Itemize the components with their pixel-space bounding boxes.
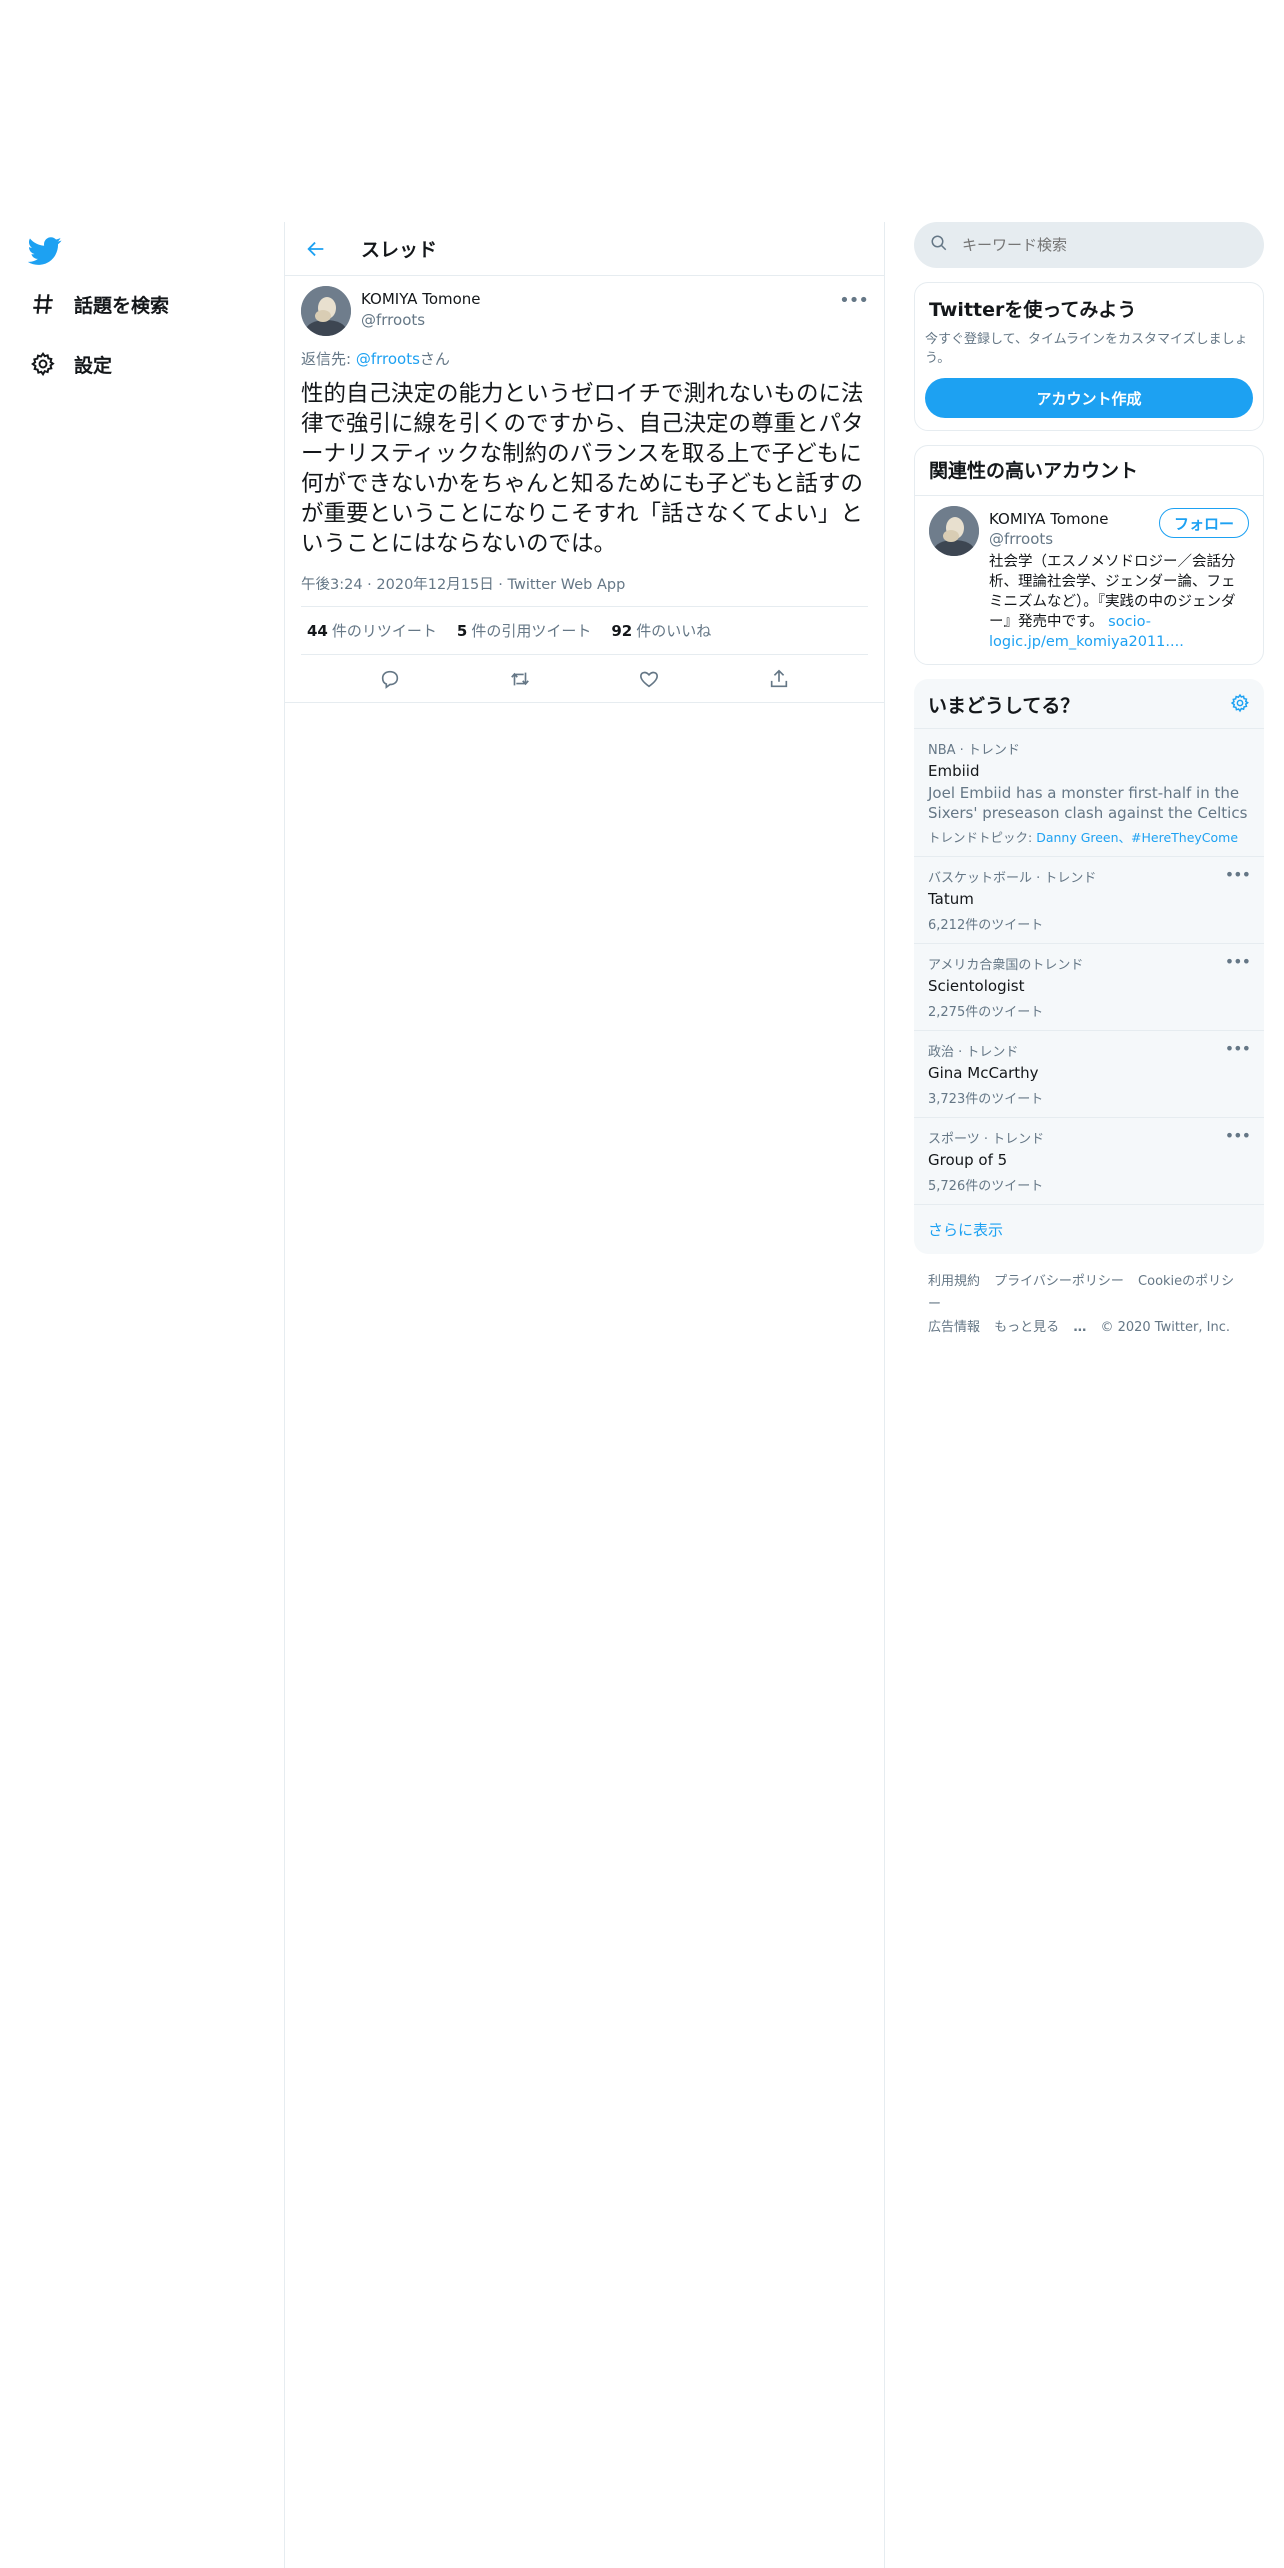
trend-name: Tatum	[928, 890, 974, 908]
page-title: スレッド	[361, 239, 438, 261]
footer-more-link[interactable]: もっと見る …	[994, 1320, 1086, 1335]
follow-button[interactable]: フォロー	[1158, 508, 1249, 538]
trend-item[interactable]: アメリカ合衆国のトレンド Scientologist 2,275件のツイート •…	[914, 944, 1264, 1031]
nav-settings-label: 設定	[74, 354, 113, 377]
related-account[interactable]: KOMIYA Tomone @frroots フォロー 社会学（エスノメソドロジ…	[915, 495, 1263, 664]
search-icon	[930, 234, 948, 256]
trend-name: Gina McCarthy	[928, 1064, 1039, 1082]
trends-title: いまどうしてる？	[928, 695, 1080, 717]
related-account-bio: 社会学（エスノメソドロジー／会話分析、理論社会学、ジェンダー論、フェミニズムなど…	[989, 552, 1249, 652]
trend-topics-label: トレンドトピック:	[928, 830, 1037, 845]
more-options-icon[interactable]: •••	[839, 290, 869, 311]
show-more-link[interactable]: さらに表示	[914, 1205, 1264, 1254]
trend-topics-links[interactable]: Danny Green、#HereTheyCome	[1036, 830, 1238, 845]
likes-stat[interactable]: 92 件のいいね	[611, 620, 711, 641]
footer: 利用規約 プライバシーポリシー Cookieのポリシー 広告情報 もっと見る ……	[914, 1254, 1264, 1355]
trend-tweet-count: 3,723件のツイート	[928, 1092, 1044, 1107]
trend-context: スポーツ · トレンド	[928, 1132, 1045, 1147]
retweets-count: 44	[307, 622, 328, 640]
trend-tweet-count: 5,726件のツイート	[928, 1179, 1044, 1194]
trends-card: いまどうしてる？ NBA · トレンド Embiid Joel Embiid h…	[914, 679, 1264, 1254]
reply-to-prefix: 返信先:	[301, 350, 356, 368]
signup-card: Twitterを使ってみよう 今すぐ登録して、タイムラインをカスタマイズしましょ…	[914, 282, 1264, 431]
tweet-actions	[285, 655, 884, 703]
trend-item[interactable]: 政治 · トレンド Gina McCarthy 3,723件のツイート •••	[914, 1031, 1264, 1118]
right-sidebar: Twitterを使ってみよう 今すぐ登録して、タイムラインをカスタマイズしましょ…	[914, 222, 1264, 1355]
trend-tweet-count: 6,212件のツイート	[928, 918, 1044, 933]
tweet-stats: 44 件のリツイート 5 件の引用ツイート 92 件のいいね	[301, 607, 868, 655]
trend-context: アメリカ合衆国のトレンド	[928, 958, 1084, 973]
quotes-count: 5	[456, 622, 468, 640]
footer-terms-link[interactable]: 利用規約	[928, 1274, 980, 1289]
share-icon[interactable]	[761, 661, 797, 697]
trend-item[interactable]: スポーツ · トレンド Group of 5 5,726件のツイート •••	[914, 1118, 1264, 1205]
tweet-text: 性的自己決定の能力というゼロイチで測れないものに法律で強引に線を引くのですから、…	[301, 381, 864, 557]
likes-count: 92	[611, 622, 633, 640]
tweet-header: KOMIYA Tomone @frroots •••	[301, 276, 869, 338]
main-column: スレッド KOMIYA Tomone @frroots ••• 返信先: @fr…	[284, 222, 885, 2568]
more-options-icon[interactable]: •••	[1225, 865, 1251, 884]
author-handle[interactable]: @frroots	[361, 311, 425, 329]
trend-name: Embiid	[928, 762, 980, 780]
reply-to-suffix: さん	[419, 350, 450, 368]
search-input[interactable]	[962, 236, 1222, 254]
tweet-timestamp[interactable]: 午後3:24 · 2020年12月15日 · Twitter Web App	[301, 573, 868, 607]
author-name[interactable]: KOMIYA Tomone	[361, 290, 481, 308]
retweet-icon[interactable]	[502, 661, 538, 697]
signup-title: Twitterを使ってみよう	[929, 299, 1137, 321]
trend-context: バスケットボール · トレンド	[928, 871, 1097, 886]
related-accounts-card: 関連性の高いアカウント KOMIYA Tomone @frroots フォロー …	[914, 445, 1264, 665]
trend-name: Scientologist	[928, 977, 1025, 995]
back-arrow-icon[interactable]	[301, 234, 331, 264]
tweet: KOMIYA Tomone @frroots ••• 返信先: @frroots…	[285, 276, 884, 703]
trend-topics: トレンドトピック: Danny Green、#HereTheyCome	[928, 827, 1250, 846]
thread-header: スレッド	[285, 222, 884, 276]
create-account-button[interactable]: アカウント作成	[925, 378, 1253, 418]
footer-copyright: © 2020 Twitter, Inc.	[1100, 1320, 1230, 1335]
quotes-stat[interactable]: 5 件の引用ツイート	[457, 620, 591, 641]
reply-to-handle-link[interactable]: @frroots	[356, 350, 420, 368]
twitter-logo-icon[interactable]	[27, 234, 62, 268]
nav-settings[interactable]: 設定	[28, 344, 112, 384]
footer-privacy-link[interactable]: プライバシーポリシー	[994, 1274, 1124, 1289]
related-title: 関連性の高いアカウント	[929, 460, 1139, 482]
hashtag-icon	[28, 289, 58, 319]
retweets-stat[interactable]: 44 件のリツイート	[307, 620, 437, 641]
likes-label: 件のいいね	[636, 622, 712, 640]
more-options-icon[interactable]: •••	[1225, 952, 1251, 971]
trends-header: いまどうしてる？	[914, 679, 1264, 729]
trend-description: Joel Embiid has a monster first-half in …	[928, 784, 1248, 822]
quotes-label: 件の引用ツイート	[471, 622, 592, 640]
reply-icon[interactable]	[372, 661, 408, 697]
avatar[interactable]	[301, 286, 351, 336]
nav-explore-label: 話題を検索	[74, 294, 170, 317]
trend-item[interactable]: バスケットボール · トレンド Tatum 6,212件のツイート •••	[914, 857, 1264, 944]
avatar[interactable]	[929, 506, 979, 556]
trend-tweet-count: 2,275件のツイート	[928, 1005, 1044, 1020]
trend-context: 政治 · トレンド	[928, 1045, 1019, 1060]
retweets-label: 件のリツイート	[331, 622, 437, 640]
like-icon[interactable]	[631, 661, 667, 697]
more-options-icon[interactable]: •••	[1225, 1126, 1251, 1145]
footer-ads-link[interactable]: 広告情報	[928, 1320, 980, 1335]
gear-icon	[28, 349, 58, 379]
signup-description: 今すぐ登録して、タイムラインをカスタマイズしましょう。	[925, 332, 1248, 366]
more-options-icon[interactable]: •••	[1225, 1039, 1251, 1058]
search-box[interactable]	[914, 222, 1264, 268]
footer-more-label: もっと見る	[994, 1320, 1060, 1335]
gear-icon[interactable]	[1230, 693, 1250, 717]
reply-to: 返信先: @frrootsさん	[301, 348, 868, 369]
nav-explore[interactable]: 話題を検索	[28, 284, 169, 324]
more-dots-icon: …	[1073, 1320, 1087, 1335]
trend-name: Group of 5	[928, 1151, 1008, 1169]
trend-context: NBA · トレンド	[928, 743, 1020, 758]
trend-item[interactable]: NBA · トレンド Embiid Joel Embiid has a mons…	[914, 729, 1264, 857]
